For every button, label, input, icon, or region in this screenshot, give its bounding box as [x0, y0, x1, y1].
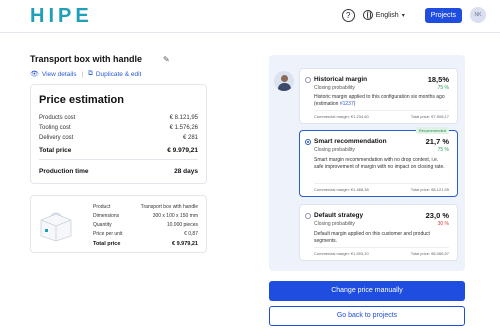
cost-row: Products cost € 8.121,95 [39, 115, 198, 121]
option-default-strategy[interactable]: Default strategy 23,0 % Closing probabil… [299, 204, 458, 261]
option-smart-recommendation[interactable]: Recommended Smart recommendation 21,7 % … [299, 127, 458, 197]
production-row: Production time 28 days [39, 168, 198, 175]
option-probability-label: Closing probability [314, 147, 355, 153]
summary-value: € 0,87 [184, 231, 198, 237]
summary-value: Transport box with handle [140, 204, 198, 210]
option-total-price: Total price: €8.066,97 [410, 251, 449, 256]
option-total-price: Total price: €7.908,17 [410, 114, 449, 119]
language-label: English [375, 11, 399, 19]
duplicate-edit-link[interactable]: Duplicate & edit [96, 71, 142, 78]
summary-value: 10.000 pieces [166, 222, 198, 228]
production-label: Production time [39, 168, 89, 175]
summary-total-row: Total price € 9.979,21 [93, 241, 198, 247]
duplicate-icon: ⧉ [88, 70, 93, 77]
summary-total-label: Total price [93, 241, 121, 247]
link-separator: | [81, 70, 84, 78]
option-name: Default strategy [314, 212, 364, 219]
commercial-margin: Commercial margin: €1.468,38 [314, 187, 369, 192]
product-summary-card: Product Transport box with handle Dimens… [30, 195, 207, 253]
total-row: Total price € 9.979,21 [39, 147, 198, 154]
option-description: Smart margin recommendation with no drop… [314, 157, 445, 170]
globe-icon [362, 10, 373, 20]
projects-button[interactable]: Projects [424, 7, 462, 23]
price-estimation-card: Price estimation Products cost € 8.121,9… [30, 84, 207, 184]
back-to-projects-button[interactable]: Go back to projects [269, 306, 465, 326]
commercial-margin: Commercial margin: €1.593,10 [314, 251, 369, 256]
summary-label: Quantity [93, 222, 112, 228]
summary-value: 300 x 100 x 150 mm [152, 213, 198, 219]
avatar-head [281, 75, 288, 82]
eye-icon: 👁 [30, 71, 39, 78]
help-icon[interactable]: ? [341, 8, 355, 22]
option-probability-label: Closing probability [314, 221, 355, 227]
total-value: € 9.979,21 [167, 147, 198, 154]
option-name: Historical margin [314, 76, 368, 83]
edit-pencil-icon[interactable]: ✎ [163, 55, 170, 64]
change-price-button[interactable]: Change price manually [269, 281, 465, 301]
cost-row: Delivery cost € 281 [39, 135, 198, 141]
summary-row: Price per unit € 0,87 [93, 231, 198, 237]
summary-row: Quantity 10.000 pieces [93, 222, 198, 228]
cost-label: Tooling cost [39, 125, 71, 131]
option-footer: Commercial margin: €1.468,38 Total price… [314, 183, 449, 192]
option-name: Smart recommendation [314, 138, 387, 145]
radio-historical[interactable] [305, 77, 311, 83]
summary-row: Product Transport box with handle [93, 204, 198, 210]
divider [39, 159, 198, 160]
product-links: 👁 View details | ⧉ Duplicate & edit [30, 70, 141, 78]
box-illustration [40, 212, 72, 242]
option-margin-pct: 21,7 % [425, 137, 449, 146]
summary-label: Price per unit [93, 231, 123, 237]
production-value: 28 days [174, 168, 198, 175]
cost-value: € 8.121,95 [169, 115, 198, 121]
option-margin-pct: 23,0 % [425, 211, 449, 220]
cost-value: € 1.576,26 [169, 125, 198, 131]
cost-row: Tooling cost € 1.576,26 [39, 125, 198, 131]
summary-label: Dimensions [93, 213, 120, 219]
description-text: Historic margin applied to this configur… [314, 94, 445, 107]
recommended-badge: Recommended [415, 127, 449, 134]
summary-label: Product [93, 204, 111, 210]
pricing-options-panel: Historical margin 18,5% Closing probabil… [269, 55, 465, 271]
option-description: Default margin applied on this customer … [314, 231, 430, 244]
sales-user-avatar [274, 71, 294, 91]
page-title: Transport box with handle [30, 54, 143, 64]
view-details-link[interactable]: View details [42, 71, 77, 78]
option-total-price: Total price: €8.121,95 [410, 187, 449, 192]
user-avatar[interactable]: NK [470, 7, 486, 23]
header-divider [0, 32, 500, 33]
option-margin-pct: 18,5% [427, 75, 449, 84]
option-probability-value: 30 % [437, 221, 449, 227]
option-historical-margin[interactable]: Historical margin 18,5% Closing probabil… [299, 68, 458, 124]
chevron-down-icon: ▾ [401, 12, 405, 19]
commercial-margin: Commercial margin: €1.234,60 [314, 114, 369, 119]
option-probability-label: Closing probability [314, 85, 355, 91]
summary-total-value: € 9.979,21 [172, 241, 198, 247]
header-actions: ? English ▾ Projects NK [341, 7, 486, 23]
radio-default[interactable] [305, 213, 311, 219]
radio-smart[interactable] [305, 139, 311, 145]
estimation-link[interactable]: #1237 [340, 101, 354, 107]
cost-label: Delivery cost [39, 135, 74, 141]
option-probability-value: 75 % [437, 147, 449, 153]
total-label: Total price [39, 147, 72, 154]
option-footer: Commercial margin: €1.593,10 Total price… [314, 247, 449, 256]
summary-row: Dimensions 300 x 100 x 150 mm [93, 213, 198, 219]
description-text-end: ) [353, 100, 356, 107]
option-footer: Commercial margin: €1.234,60 Total price… [314, 110, 449, 119]
price-estimation-title: Price estimation [39, 94, 124, 106]
option-probability-value: 75 % [437, 85, 449, 91]
cost-value: € 281 [182, 135, 198, 141]
hipe-logo[interactable]: HIPE [30, 5, 93, 28]
cost-label: Products cost [39, 115, 76, 121]
avatar-body [278, 83, 291, 91]
option-description: Historic margin applied to this configur… [314, 94, 449, 107]
language-selector[interactable]: English ▾ [362, 10, 405, 20]
